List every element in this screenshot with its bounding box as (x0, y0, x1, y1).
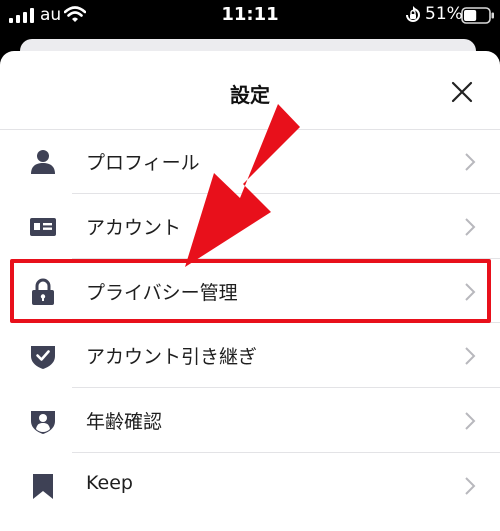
person-icon (31, 150, 55, 174)
chevron-right-icon (465, 218, 476, 236)
battery-percentage: 51% (425, 4, 463, 24)
menu-item-label: Keep (86, 471, 133, 494)
chevron-right-icon (465, 412, 476, 430)
shield-person-icon (31, 411, 55, 435)
menu-item-label: アカウント引き継ぎ (86, 346, 258, 369)
battery-icon (461, 7, 494, 24)
menu-item-age-verification[interactable]: 年齢確認 (0, 388, 500, 453)
highlight-box (10, 259, 491, 323)
menu-item-label: アカウント (86, 216, 182, 239)
sheet-header: 設定 (0, 51, 500, 130)
page-title: 設定 (230, 83, 270, 107)
chevron-right-icon (465, 477, 476, 495)
id-card-icon (30, 217, 56, 236)
menu-item-keep[interactable]: Keep (0, 453, 500, 518)
bookmark-icon (33, 473, 53, 499)
menu-item-account[interactable]: アカウント (0, 194, 500, 259)
close-button[interactable] (444, 74, 480, 110)
orientation-lock-icon (406, 6, 420, 22)
menu-item-account-transfer[interactable]: アカウント引き継ぎ (0, 323, 500, 389)
settings-menu: プロフィール アカウント プライバシー管理 アカウント引き継ぎ 年齢確認 Kee… (0, 129, 500, 518)
chevron-right-icon (465, 153, 476, 171)
status-bar: au 11:11 51% (0, 0, 500, 32)
menu-item-profile[interactable]: プロフィール (0, 129, 500, 194)
shield-check-icon (31, 346, 55, 370)
menu-item-label: プロフィール (86, 152, 200, 174)
chevron-right-icon (465, 347, 476, 366)
menu-item-label: 年齢確認 (86, 411, 163, 434)
